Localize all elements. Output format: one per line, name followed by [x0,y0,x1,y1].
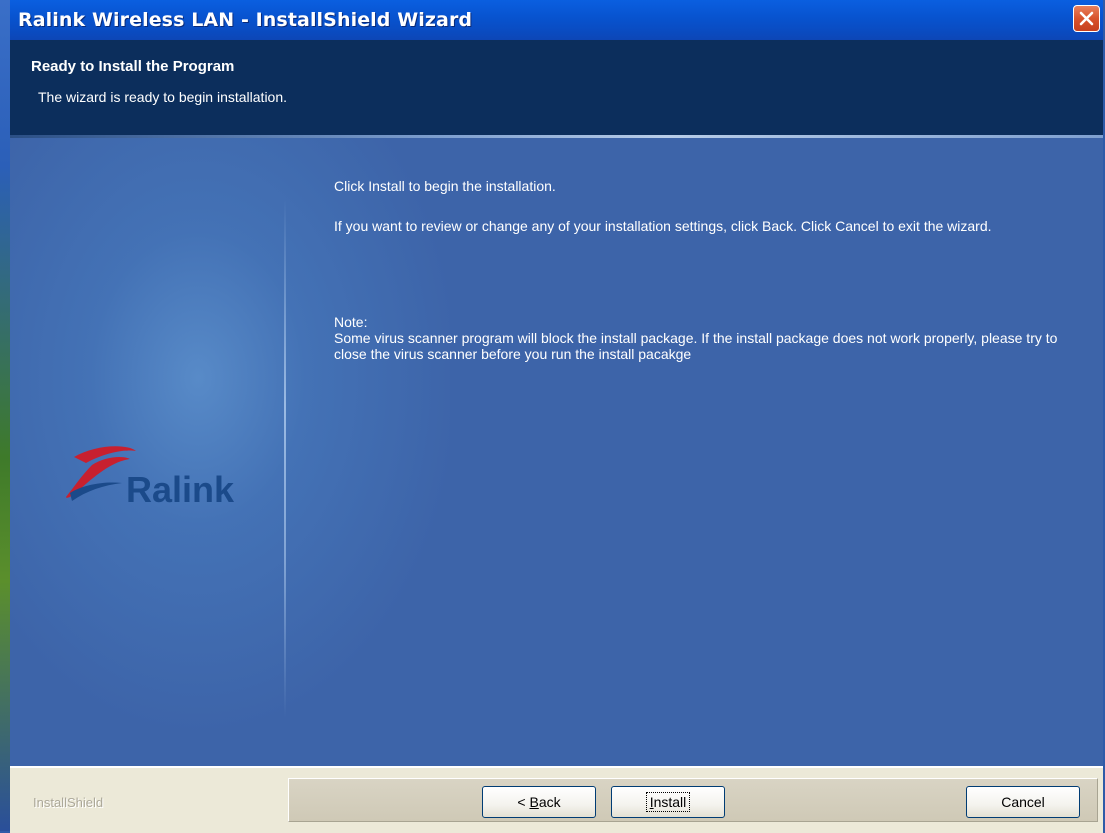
note-label: Note: [334,314,368,330]
back-label-rest: ack [538,794,561,810]
ralink-logo: Ralink [64,441,264,511]
install-button[interactable]: Install [611,786,725,818]
installer-window: Ralink Wireless LAN - InstallShield Wiza… [10,0,1103,833]
install-focus-ring: Install [645,792,691,812]
vertical-divider [284,198,286,718]
close-x-icon [1079,11,1094,26]
title-bar[interactable]: Ralink Wireless LAN - InstallShield Wiza… [10,0,1103,40]
close-button[interactable] [1073,5,1100,32]
logo-wordmark: Ralink [126,469,235,510]
back-label-prefix: < [517,794,530,810]
header-banner: Ready to Install the Program The wizard … [10,40,1103,135]
installshield-brand: InstallShield [33,795,104,810]
install-instruction: Click Install to begin the installation. [334,178,556,194]
back-button[interactable]: < Back [482,786,596,818]
install-label-rest: nstall [653,794,687,810]
content-panel: Ralink Click Install to begin the instal… [10,138,1103,766]
cancel-button[interactable]: Cancel [966,786,1080,818]
page-title: Ready to Install the Program [31,58,235,75]
button-footer: InstallShield < Back Install Cancel [10,766,1103,833]
window-title: Ralink Wireless LAN - InstallShield Wiza… [18,9,473,31]
review-instruction: If you want to review or change any of y… [334,218,992,234]
note-text: Some virus scanner program will block th… [334,330,1058,362]
back-label-mnemonic: B [529,794,539,810]
desktop-background-edge [0,0,10,831]
page-subtitle: The wizard is ready to begin installatio… [38,89,288,105]
note-block: Note: Some virus scanner program will bl… [334,314,1084,362]
